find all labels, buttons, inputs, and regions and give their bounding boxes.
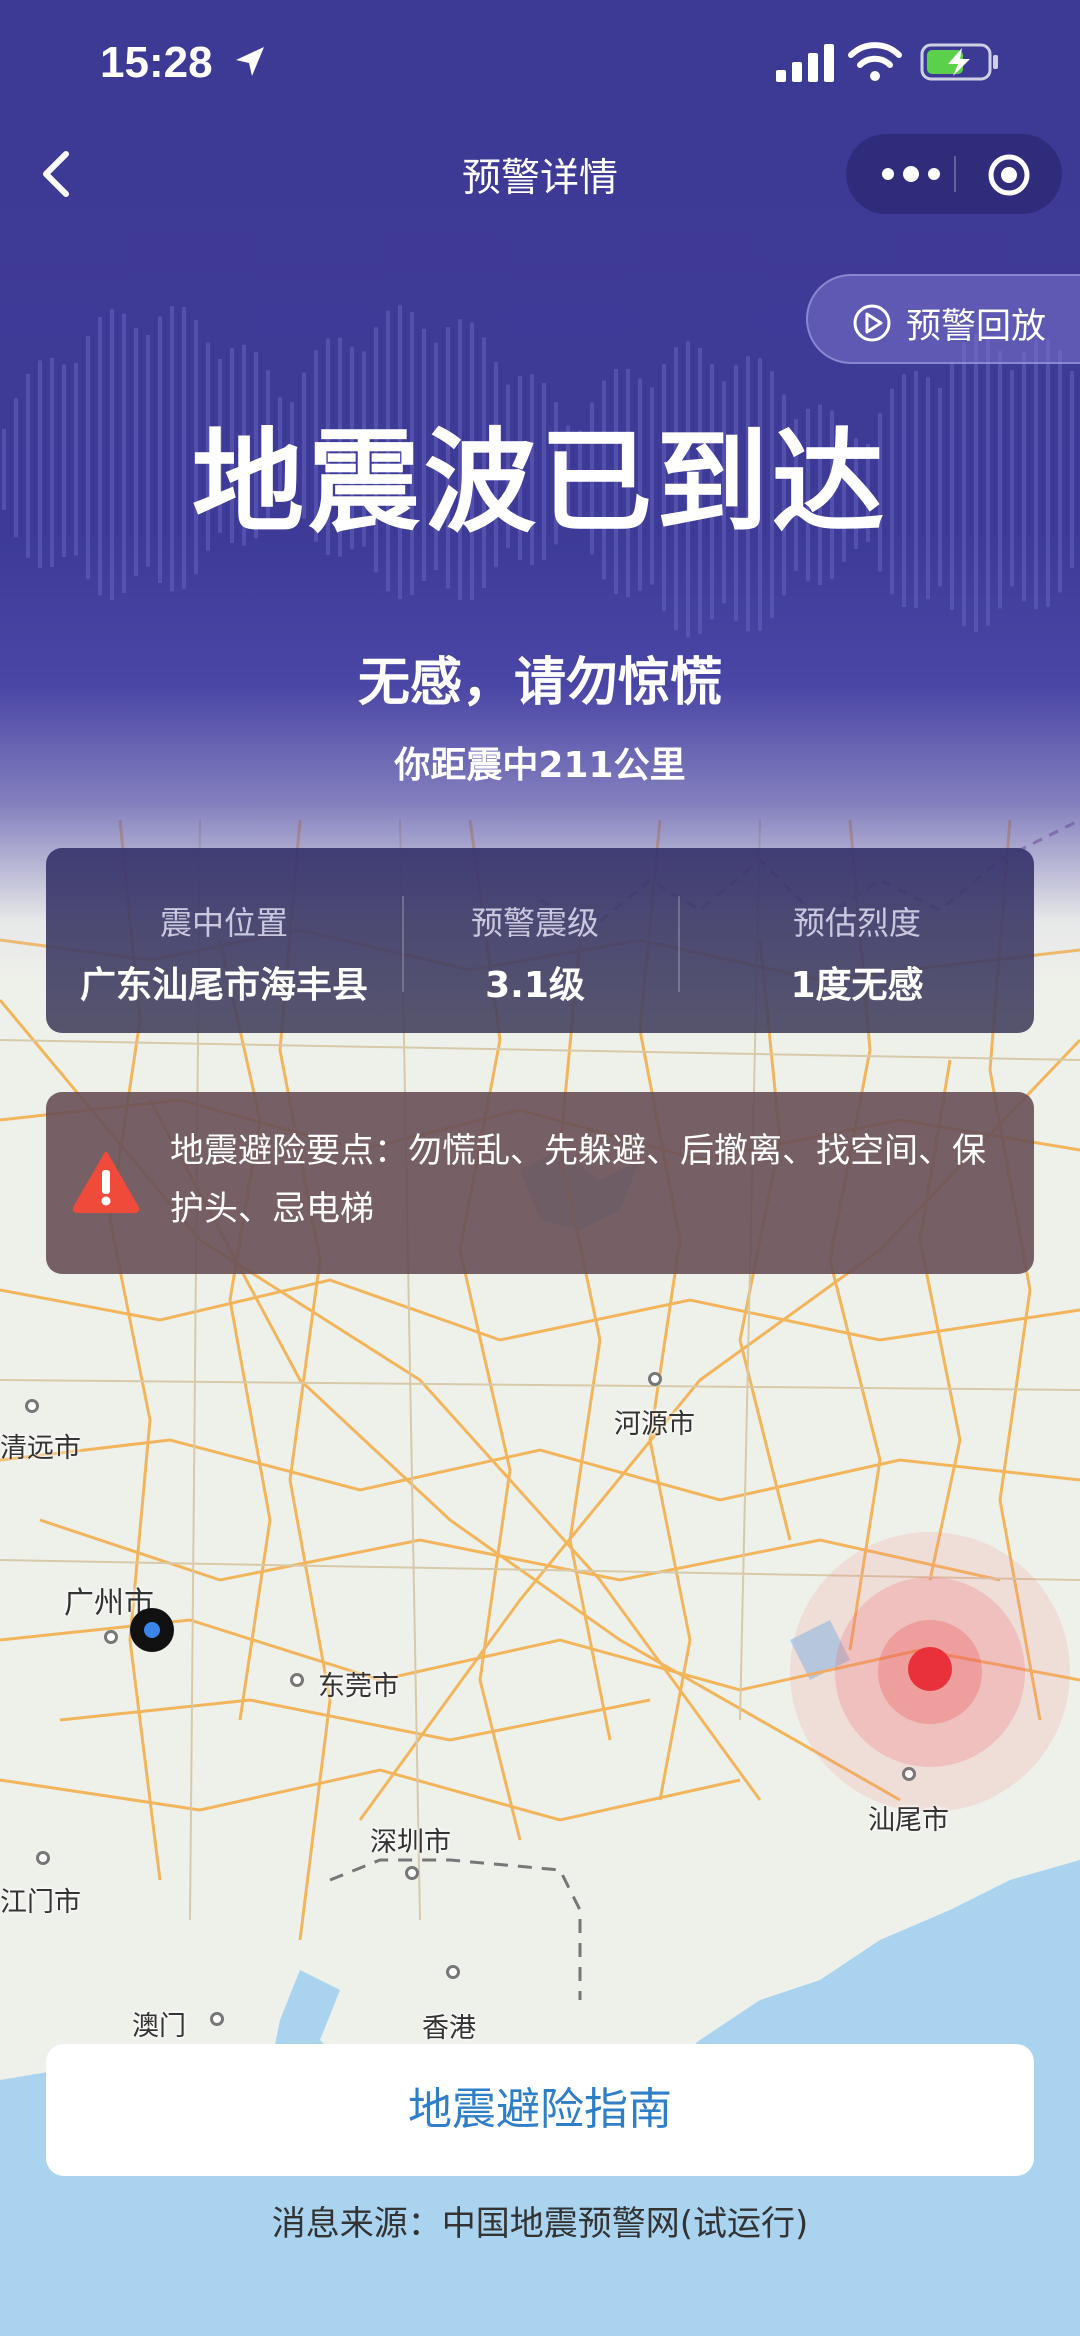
safety-tips-text: 地震避险要点：勿慌乱、先躲避、后撤离、找空间、保护头、忌电梯 [170, 1131, 986, 1229]
city-dot-shenzhen [405, 1866, 419, 1880]
city-label-heyuan: 河源市 [614, 1409, 695, 1440]
epicenter-distance: 你距震中211公里 [394, 745, 686, 786]
alert-replay-label: 预警回放 [906, 307, 1047, 347]
city-dot-qingyuan [25, 1399, 39, 1413]
info-epicenter-label: 震中位置 [159, 904, 288, 942]
wifi-icon [848, 42, 902, 81]
city-dot-shanwei [902, 1767, 916, 1781]
alert-feel-text: 无感，请勿惊慌 [357, 653, 722, 713]
battery-charging-icon [920, 43, 998, 81]
city-label-dongguan: 东莞市 [318, 1671, 399, 1702]
info-intensity-label: 预估烈度 [792, 904, 921, 942]
play-circle-icon [853, 304, 891, 342]
info-intensity-value: 1度无感 [790, 965, 924, 1006]
city-dot-heyuan [648, 1372, 662, 1386]
city-dot-macau [210, 2012, 224, 2026]
more-icon[interactable] [876, 162, 946, 186]
info-magnitude-label: 预警震级 [470, 904, 599, 942]
info-magnitude-value: 3.1级 [485, 965, 585, 1006]
city-dot-guangzhou [104, 1630, 118, 1644]
alert-headline: 地震波已到达 [192, 418, 888, 548]
epicenter-marker [908, 1647, 952, 1691]
quake-info-card: 震中位置 广东汕尾市海丰县 预警震级 3.1级 预估烈度 1度无感 [46, 848, 1034, 1033]
city-dot-hongkong [446, 1965, 460, 1979]
city-label-shanwei: 汕尾市 [868, 1805, 949, 1836]
city-label-macau: 澳门 [132, 2011, 186, 2042]
status-time: 15:28 [100, 38, 213, 87]
message-source: 消息来源：中国地震预警网(试运行) [271, 2204, 809, 2244]
location-arrow-icon [236, 47, 264, 76]
city-dot-jiangmen [36, 1851, 50, 1865]
user-location-icon [130, 1608, 174, 1652]
city-label-qingyuan: 清远市 [0, 1433, 81, 1464]
city-label-jiangmen: 江门市 [0, 1887, 81, 1918]
close-target-icon[interactable] [986, 152, 1032, 198]
warning-icon [72, 1152, 140, 1213]
capsule-divider [954, 156, 956, 192]
signal-icon [776, 44, 834, 82]
info-epicenter: 震中位置 广东汕尾市海丰县 [46, 848, 402, 1033]
city-label-hongkong: 香港 [422, 2013, 476, 2044]
info-magnitude: 预警震级 3.1级 [404, 848, 666, 1033]
info-epicenter-value: 广东汕尾市海丰县 [79, 965, 368, 1006]
alert-replay-button[interactable]: 预警回放 [806, 274, 1080, 364]
info-intensity: 预估烈度 1度无感 [680, 848, 1034, 1033]
city-dot-dongguan [290, 1673, 304, 1687]
city-label-shenzhen: 深圳市 [370, 1827, 451, 1858]
miniapp-capsule [846, 134, 1062, 214]
safety-guide-button[interactable]: 地震避险指南 [46, 2044, 1034, 2176]
safety-tips-card: 地震避险要点：勿慌乱、先躲避、后撤离、找空间、保护头、忌电梯 [46, 1092, 1034, 1274]
